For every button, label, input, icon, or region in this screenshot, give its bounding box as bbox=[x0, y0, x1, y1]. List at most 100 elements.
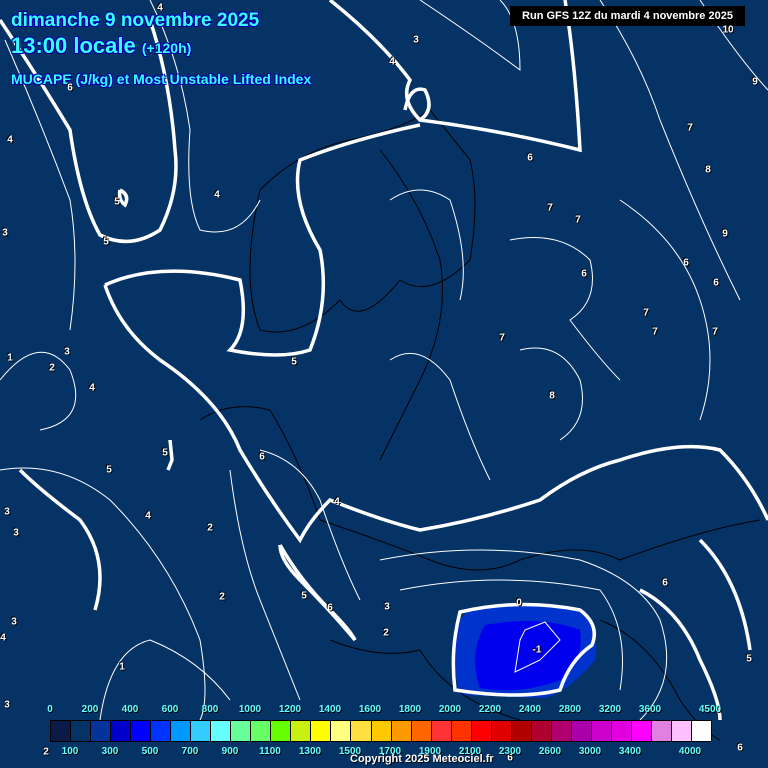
legend-label-top: 200 bbox=[81, 704, 99, 715]
legend-label-bottom: 100 bbox=[61, 746, 79, 757]
contour-label: 4 bbox=[334, 496, 340, 508]
contour-label: 4 bbox=[0, 632, 6, 644]
local-time: 13:00 locale bbox=[11, 33, 136, 58]
contour-label: 3 bbox=[64, 346, 70, 358]
contour-label: 3 bbox=[13, 527, 19, 539]
contour-label: 1 bbox=[119, 661, 125, 673]
contour-label: 6 bbox=[327, 602, 333, 614]
contour-label: -1 bbox=[532, 644, 542, 656]
legend-swatch bbox=[591, 721, 612, 741]
contour-label: 6 bbox=[67, 82, 73, 94]
contour-label: 5 bbox=[746, 653, 752, 665]
contour-label: 5 bbox=[162, 447, 168, 459]
legend-swatch bbox=[531, 721, 552, 741]
legend-swatch bbox=[231, 721, 252, 741]
legend-swatch bbox=[251, 721, 272, 741]
legend-swatch bbox=[651, 721, 672, 741]
contour-label: 7 bbox=[547, 202, 553, 214]
contour-label: 8 bbox=[549, 390, 555, 402]
legend-label-top: 800 bbox=[201, 704, 219, 715]
legend-label-top: 4500 bbox=[698, 704, 722, 715]
legend-swatch bbox=[351, 721, 372, 741]
contour-label: 4 bbox=[389, 56, 395, 68]
legend-label-top: 3600 bbox=[638, 704, 662, 715]
legend-label-top: 1400 bbox=[318, 704, 342, 715]
legend-label-top: 2800 bbox=[558, 704, 582, 715]
legend-swatch bbox=[331, 721, 352, 741]
legend-label-bottom: 1100 bbox=[259, 746, 281, 757]
contour-label: 7 bbox=[712, 326, 718, 338]
contour-label: 2 bbox=[49, 362, 55, 374]
contour-label: 7 bbox=[652, 326, 658, 338]
legend-label-top: 1000 bbox=[238, 704, 262, 715]
contour-label: 4 bbox=[89, 382, 95, 394]
legend-swatch bbox=[631, 721, 652, 741]
contour-label: 2 bbox=[383, 627, 389, 639]
legend-label-bottom: 300 bbox=[101, 746, 119, 757]
legend-swatch bbox=[191, 721, 212, 741]
legend-swatch bbox=[491, 721, 512, 741]
color-legend bbox=[50, 720, 712, 742]
legend-swatch bbox=[571, 721, 592, 741]
legend-label-top: 0 bbox=[47, 704, 53, 715]
contour-label: 5 bbox=[301, 590, 307, 602]
contour-label: 3 bbox=[4, 699, 10, 711]
contour-label: 2 bbox=[207, 522, 213, 534]
legend-label-bottom: 3400 bbox=[618, 746, 642, 757]
legend-swatch bbox=[91, 721, 112, 741]
contour-label: 3 bbox=[11, 616, 17, 628]
legend-label-bottom: 3000 bbox=[578, 746, 602, 757]
contour-label: 6 bbox=[581, 268, 587, 280]
legend-label-top: 2000 bbox=[438, 704, 462, 715]
legend-label-bottom: 900 bbox=[221, 746, 239, 757]
copyright: Copyright 2025 Meteociel.fr bbox=[350, 753, 494, 765]
contour-label: 5 bbox=[103, 236, 109, 248]
legend-swatch bbox=[391, 721, 412, 741]
legend-swatch bbox=[151, 721, 172, 741]
contour-label: 5 bbox=[291, 356, 297, 368]
contour-label: 7 bbox=[499, 332, 505, 344]
contour-label: 4 bbox=[7, 134, 13, 146]
forecast-date: dimanche 9 novembre 2025 bbox=[11, 10, 260, 31]
legend-label-top: 3200 bbox=[598, 704, 622, 715]
contour-label: 3 bbox=[2, 227, 8, 239]
legend-label-bottom: 1300 bbox=[298, 746, 322, 757]
legend-swatch bbox=[451, 721, 472, 741]
contour-label: 2 bbox=[43, 746, 49, 758]
contour-label: 4 bbox=[214, 189, 220, 201]
legend-swatch bbox=[51, 721, 72, 741]
contour-label: 6 bbox=[662, 577, 668, 589]
legend-label-top: 600 bbox=[161, 704, 179, 715]
legend-swatch bbox=[671, 721, 692, 741]
contour-label: 7 bbox=[643, 307, 649, 319]
contour-label: 7 bbox=[575, 214, 581, 226]
contour-label: 4 bbox=[157, 2, 163, 14]
legend-swatch bbox=[611, 721, 632, 741]
legend-swatch bbox=[551, 721, 572, 741]
legend-swatch bbox=[511, 721, 532, 741]
legend-label-top: 1600 bbox=[358, 704, 382, 715]
contour-label: 1 bbox=[7, 352, 13, 364]
legend-label-bottom: 2300 bbox=[498, 746, 522, 757]
legend-swatch bbox=[131, 721, 152, 741]
legend-label-top: 400 bbox=[121, 704, 139, 715]
contour-label: 3 bbox=[384, 601, 390, 613]
legend-label-top: 2200 bbox=[478, 704, 502, 715]
lead-time: (+120h) bbox=[141, 40, 192, 56]
contour-label: 4 bbox=[145, 510, 151, 522]
legend-swatch bbox=[311, 721, 332, 741]
contour-label: 6 bbox=[737, 742, 743, 754]
contour-label: 10 bbox=[722, 24, 734, 36]
contour-label: 5 bbox=[114, 196, 120, 208]
legend-swatch bbox=[471, 721, 492, 741]
forecast-time: 13:00 locale (+120h) bbox=[11, 33, 191, 59]
weather-map bbox=[0, 0, 768, 741]
contour-label: 9 bbox=[752, 76, 758, 88]
legend-swatch bbox=[371, 721, 392, 741]
contour-label: 6 bbox=[683, 257, 689, 269]
contour-label: 0 bbox=[516, 597, 522, 609]
contour-label: 3 bbox=[4, 506, 10, 518]
legend-swatch bbox=[71, 721, 92, 741]
legend-label-bottom: 4000 bbox=[678, 746, 702, 757]
legend-label-bottom: 500 bbox=[141, 746, 159, 757]
